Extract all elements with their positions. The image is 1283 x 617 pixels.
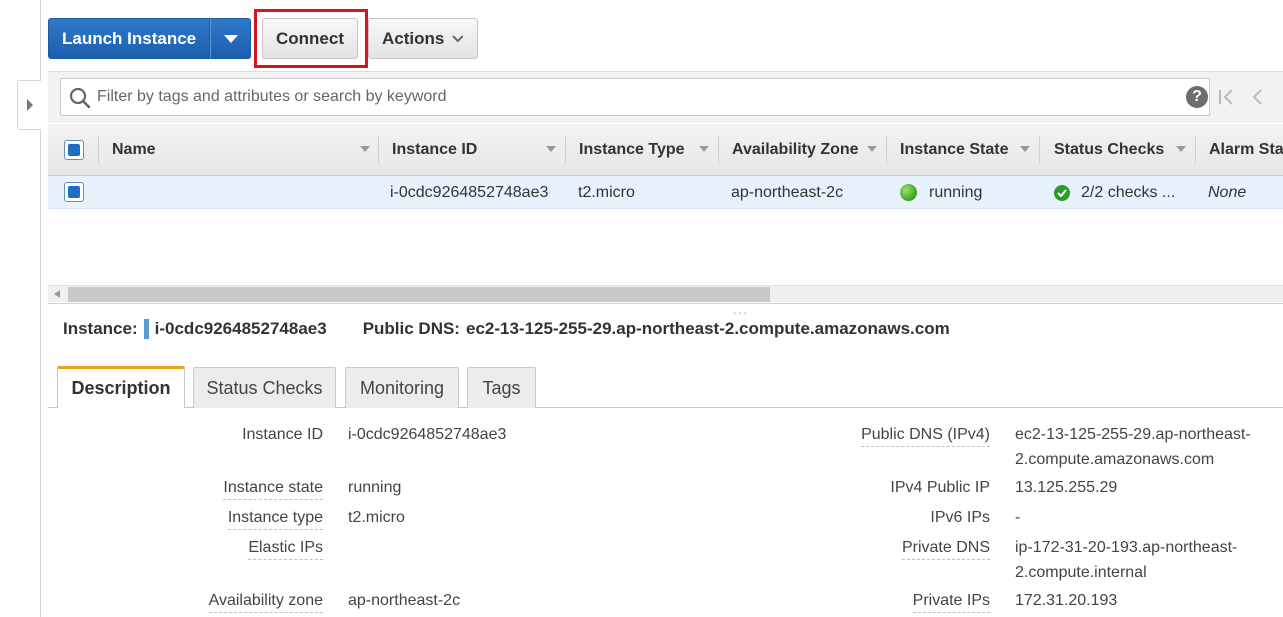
- scrollbar-thumb[interactable]: [68, 287, 770, 302]
- splitter-grip-icon[interactable]: ◦◦◦: [733, 308, 749, 318]
- value-public-dns: ec2-13-125-255-29.ap-northeast- 2.comput…: [1015, 422, 1251, 472]
- search-input[interactable]: [97, 79, 1167, 115]
- tab-tags[interactable]: Tags: [467, 367, 536, 408]
- tab-status-checks[interactable]: Status Checks: [193, 367, 336, 408]
- launch-instance-group: Launch Instance: [48, 18, 252, 59]
- filter-bar: ?: [48, 71, 1283, 123]
- column-separator: [718, 136, 719, 164]
- column-separator: [886, 136, 887, 164]
- label-ipv6-ips: IPv6 IPs: [930, 509, 990, 526]
- value-ipv4-public-ip: 13.125.255.29: [1015, 479, 1118, 496]
- actions-button[interactable]: Actions: [368, 18, 478, 59]
- value-private-dns-line2: 2.compute.internal: [1015, 564, 1147, 581]
- value-ipv6-ips: -: [1015, 509, 1021, 526]
- search-icon: [69, 87, 91, 109]
- column-header-instance-state[interactable]: Instance State: [900, 124, 1008, 176]
- label-availability-zone[interactable]: Availability zone: [208, 590, 323, 613]
- label-private-dns[interactable]: Private DNS: [901, 537, 990, 560]
- label-instance-state[interactable]: Instance state: [223, 477, 323, 500]
- launch-instance-dropdown[interactable]: [210, 18, 252, 59]
- search-box: ?: [60, 78, 1210, 116]
- value-instance-state: running: [348, 479, 402, 496]
- instance-id-text: i-0cdc9264852748ae3: [154, 319, 327, 338]
- column-header-alarm-status[interactable]: Alarm Sta: [1209, 124, 1283, 176]
- check-circle-icon: [1054, 184, 1070, 201]
- column-header-instance-id[interactable]: Instance ID: [392, 124, 477, 176]
- value-instance-id: i-0cdc9264852748ae3: [348, 426, 507, 443]
- previous-page-icon[interactable]: [1251, 87, 1263, 107]
- sort-caret-icon[interactable]: [1020, 146, 1030, 153]
- column-separator: [1039, 136, 1040, 164]
- column-header-name[interactable]: Name: [112, 124, 156, 176]
- instance-summary: Instance: i-0cdc9264852748ae3 Public DNS…: [63, 318, 950, 340]
- cell-instance-id: i-0cdc9264852748ae3: [390, 183, 549, 201]
- instance-marker: [143, 319, 149, 339]
- status-checks-text: 2/2 checks ...: [1081, 183, 1176, 201]
- pane-splitter[interactable]: [48, 303, 1283, 304]
- sort-caret-icon[interactable]: [699, 146, 709, 153]
- sort-caret-icon[interactable]: [867, 146, 877, 153]
- value-private-dns-line1: ip-172-31-20-193.ap-northeast-: [1015, 539, 1238, 556]
- horizontal-scrollbar[interactable]: [48, 285, 1283, 302]
- value-public-dns-line2: 2.compute.amazonaws.com: [1015, 451, 1215, 468]
- tab-monitoring[interactable]: Monitoring: [345, 367, 459, 408]
- label-ipv4-public-ip: IPv4 Public IP: [890, 479, 990, 496]
- label-public-dns[interactable]: Public DNS (IPv4): [861, 424, 990, 447]
- column-separator: [378, 136, 379, 164]
- actions-label: Actions: [382, 28, 445, 48]
- help-icon[interactable]: ?: [1186, 86, 1208, 108]
- label-instance-id: Instance ID: [242, 426, 323, 443]
- sort-caret-icon[interactable]: [546, 146, 556, 153]
- cell-instance-state: running: [900, 176, 982, 209]
- column-separator: [565, 136, 566, 164]
- first-page-icon[interactable]: [1218, 87, 1234, 107]
- value-private-ips: 172.31.20.193: [1015, 592, 1118, 609]
- launch-instance-button[interactable]: Launch Instance: [48, 18, 211, 59]
- value-public-dns-line1: ec2-13-125-255-29.ap-northeast-: [1015, 426, 1251, 443]
- running-status-icon: [900, 184, 917, 201]
- column-header-status-checks[interactable]: Status Checks: [1054, 124, 1164, 176]
- cell-alarm-status: None: [1208, 183, 1247, 201]
- cell-availability-zone: ap-northeast-2c: [731, 183, 844, 201]
- column-header-availability-zone[interactable]: Availability Zone: [732, 124, 859, 176]
- instance-label: Instance:: [63, 319, 138, 338]
- column-header-instance-type[interactable]: Instance Type: [579, 124, 685, 176]
- select-all-checkbox[interactable]: [64, 140, 84, 160]
- connect-button[interactable]: Connect: [262, 18, 358, 59]
- scroll-left-icon[interactable]: [54, 290, 60, 298]
- value-instance-type: t2.micro: [348, 509, 405, 526]
- table-row[interactable]: i-0cdc9264852748ae3 t2.micro ap-northeas…: [48, 176, 1283, 209]
- label-instance-type[interactable]: Instance type: [227, 507, 323, 530]
- tab-description[interactable]: Description: [57, 366, 185, 408]
- chevron-right-icon: [26, 99, 33, 111]
- caret-down-icon: [223, 34, 238, 43]
- chevron-down-icon: [452, 34, 464, 42]
- value-private-dns: ip-172-31-20-193.ap-northeast- 2.compute…: [1015, 535, 1237, 585]
- column-separator: [98, 136, 99, 164]
- column-separator: [1195, 136, 1196, 164]
- public-dns-label: Public DNS:: [362, 319, 460, 338]
- value-availability-zone: ap-northeast-2c: [348, 592, 461, 609]
- detail-tabs: Description Status Checks Monitoring Tag…: [48, 366, 1283, 408]
- instances-table-header: Name Instance ID Instance Type Availabil…: [48, 124, 1283, 176]
- public-dns-text: ec2-13-125-255-29.ap-northeast-2.compute…: [465, 319, 950, 338]
- cell-status-checks: 2/2 checks ...: [1054, 176, 1175, 209]
- label-private-ips[interactable]: Private IPs: [912, 590, 990, 613]
- instance-state-text: running: [929, 183, 983, 201]
- cell-instance-type: t2.micro: [578, 183, 635, 201]
- sidebar-toggle[interactable]: [17, 80, 41, 130]
- row-checkbox[interactable]: [64, 182, 84, 202]
- sort-caret-icon[interactable]: [1176, 146, 1186, 153]
- sort-caret-icon[interactable]: [360, 146, 370, 153]
- label-elastic-ips[interactable]: Elastic IPs: [248, 537, 323, 560]
